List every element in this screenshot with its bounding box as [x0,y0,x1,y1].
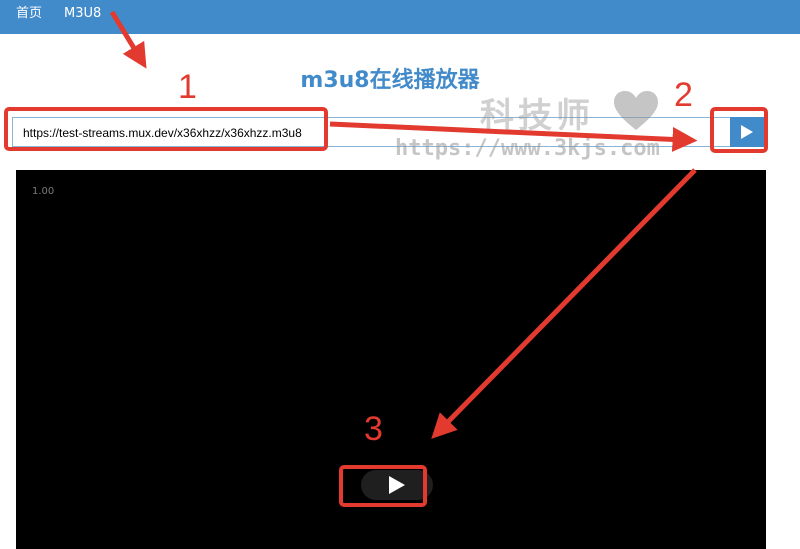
nav-home-link[interactable]: 首页 [16,0,42,28]
top-navbar: 首页 M3U8 [0,0,800,34]
load-play-button[interactable] [730,117,764,147]
annotation-number-2: 2 [674,76,693,114]
video-player[interactable]: 1.00 [16,170,766,549]
big-play-button[interactable] [361,470,433,500]
url-input-row [12,117,766,147]
url-input[interactable] [23,124,333,142]
nav-m3u8-link[interactable]: M3U8 [64,0,101,28]
page-title: m3u8在线播放器 [300,68,480,93]
annotation-number-1: 1 [178,68,197,106]
playback-speed-label: 1.00 [32,186,55,197]
play-icon [389,476,405,494]
play-icon [741,125,753,139]
